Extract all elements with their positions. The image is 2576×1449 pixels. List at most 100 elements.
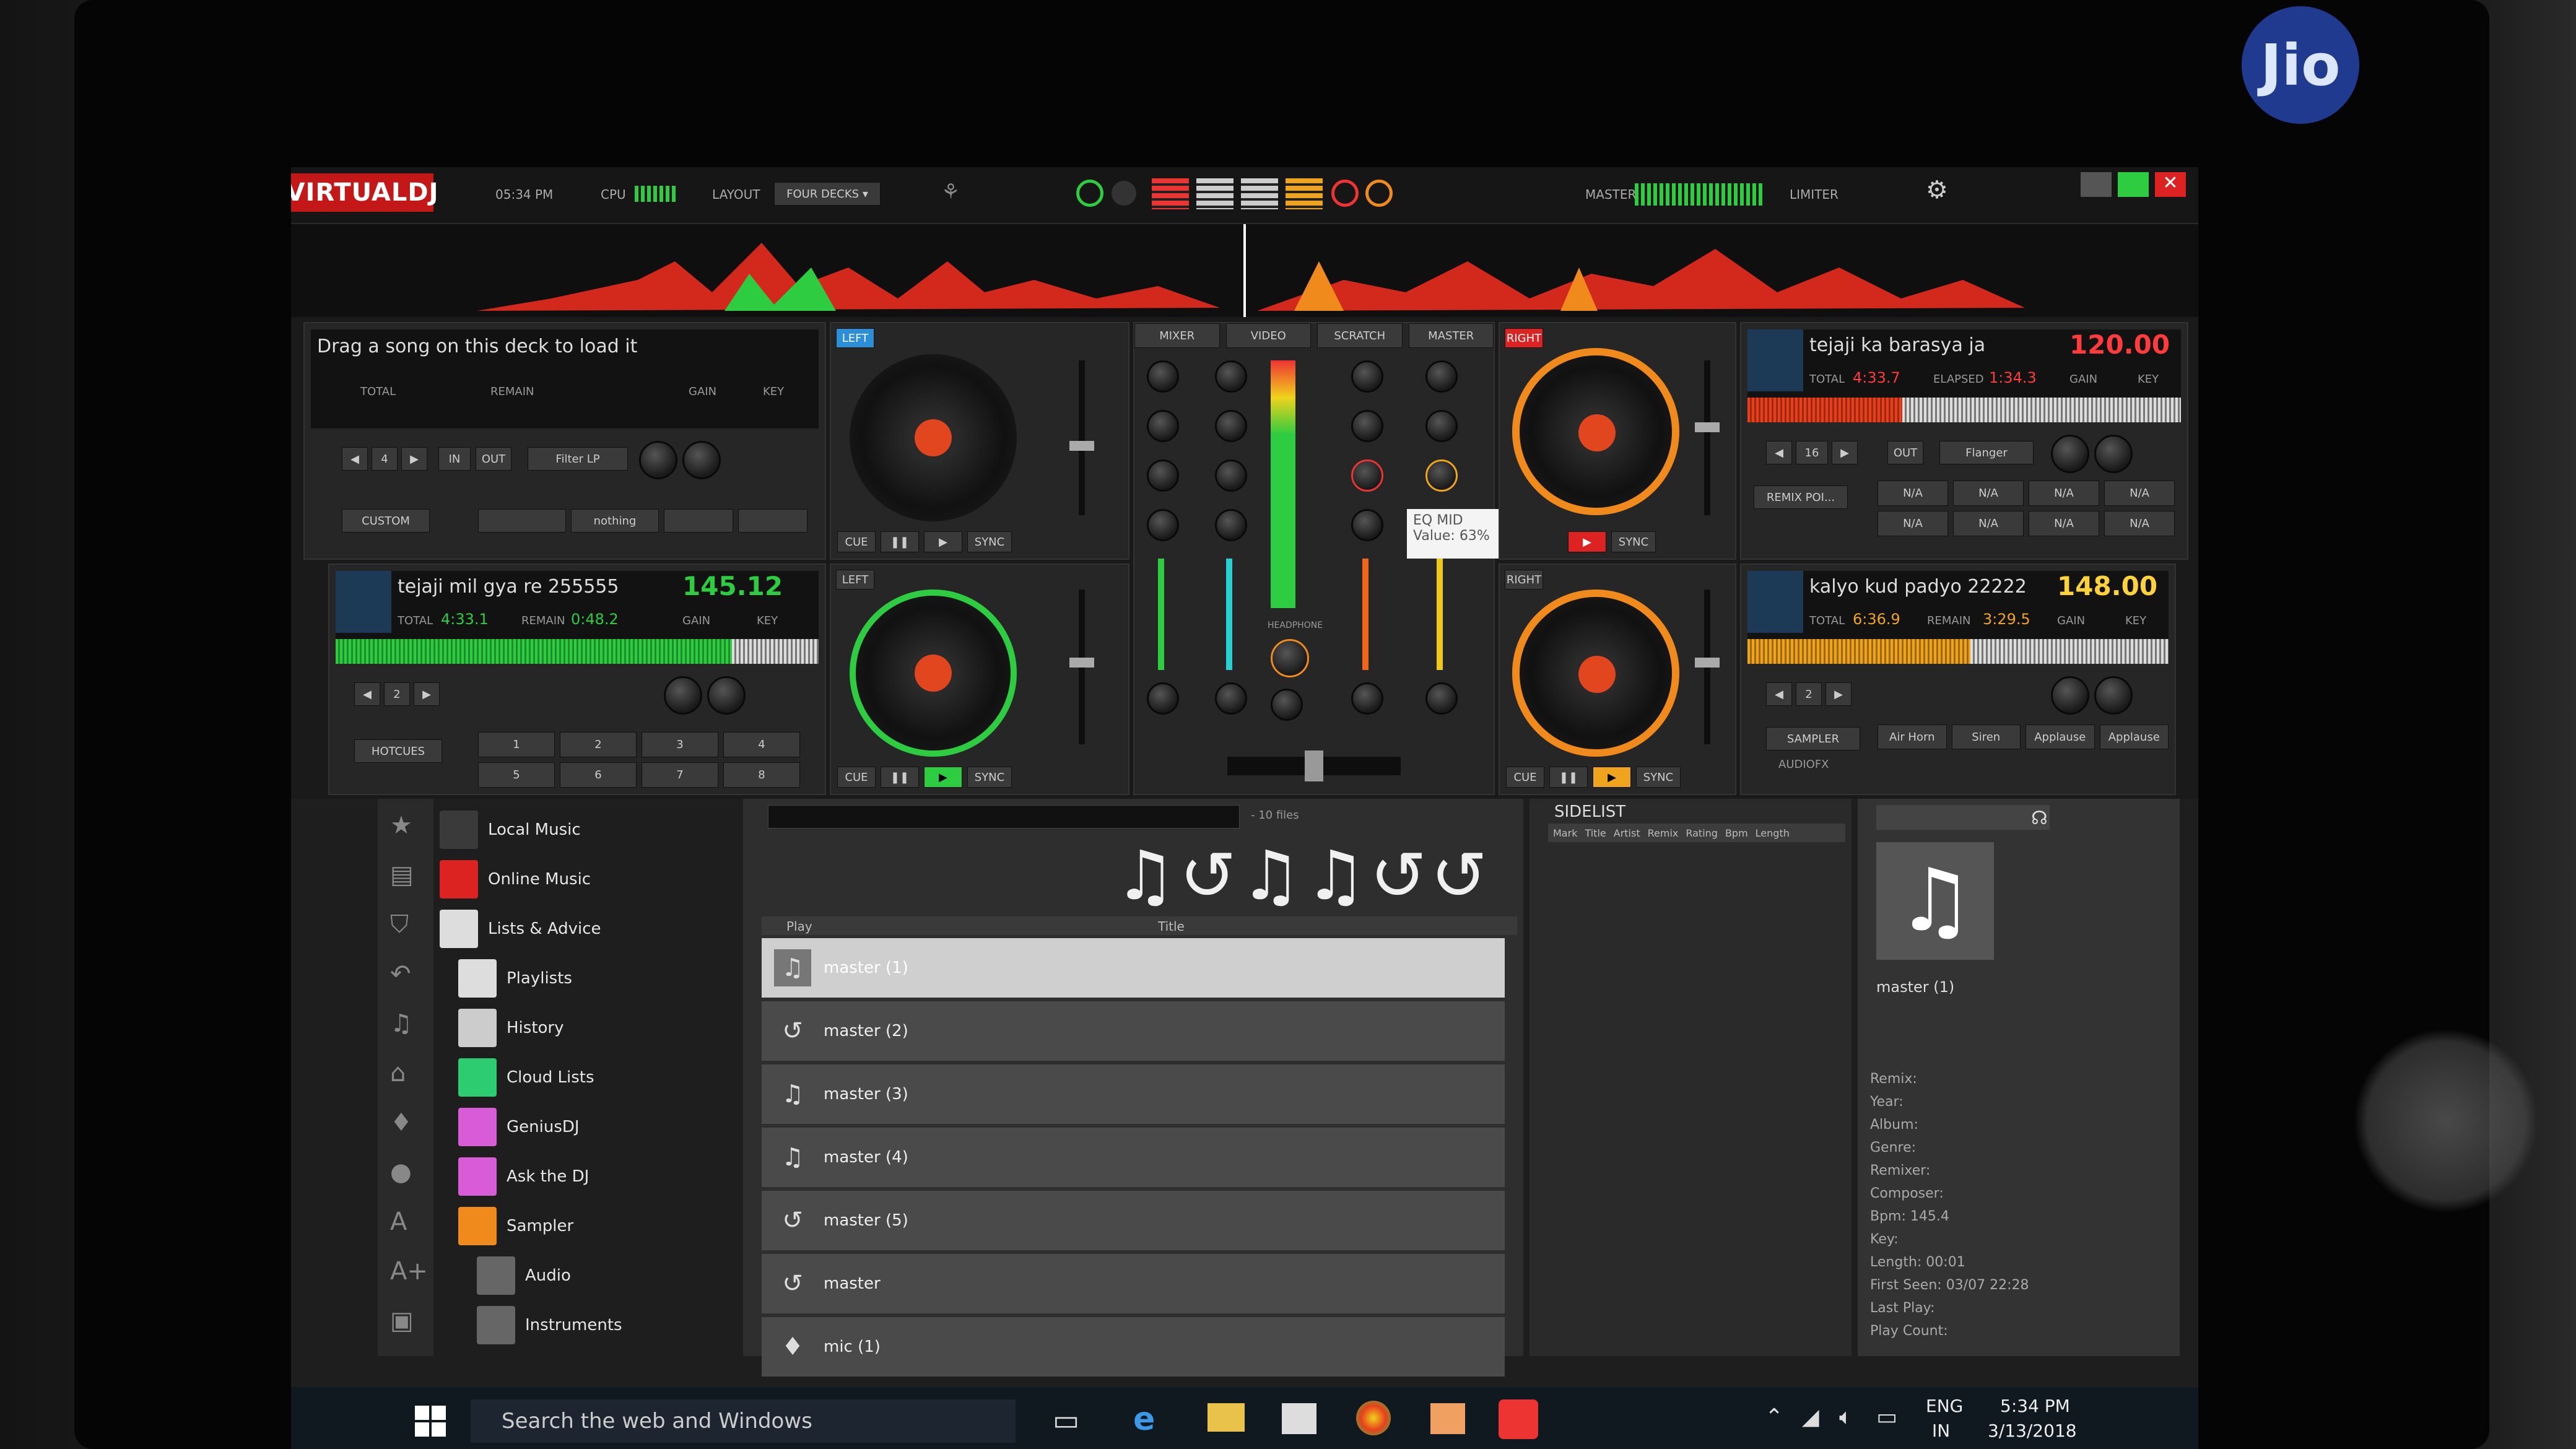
sidelist-col-length[interactable]: Length (1756, 827, 1790, 839)
deck-layout-4-icon[interactable] (1286, 178, 1323, 209)
deck-layout-1-icon[interactable] (1152, 178, 1189, 209)
folder-view-icon[interactable]: ▤ (390, 861, 414, 889)
deck1-info[interactable]: Drag a song on this deck to load it TOTA… (311, 329, 819, 429)
ch2-mid-knob[interactable] (1215, 459, 1247, 492)
table-row[interactable]: ♫ master (4) (762, 1128, 1505, 1187)
ch3-mid-knob[interactable] (1351, 459, 1383, 492)
deck4-waveform-progress[interactable] (1747, 639, 1970, 664)
headphone-mix-knob[interactable] (1271, 689, 1303, 721)
deck3-hotcue-1[interactable]: 1 (478, 732, 555, 757)
tree-history[interactable]: History (440, 1003, 731, 1053)
ch1-filter-knob[interactable] (1147, 682, 1179, 715)
media-player-icon[interactable] (1430, 1403, 1465, 1434)
tree-ask-the-dj[interactable]: Ask the DJ (440, 1152, 731, 1201)
deck3-pause-button[interactable]: ❚❚ (881, 767, 919, 788)
deck1-loop-size[interactable]: 4 (372, 447, 398, 471)
deck1-cue-button[interactable]: CUE (837, 531, 876, 552)
language-eng[interactable]: ENG (1926, 1396, 1963, 1416)
deck3-hotcue-6[interactable]: 6 (560, 762, 637, 788)
info-panel-icon[interactable]: ▣ (390, 1307, 414, 1335)
deck2-pad-8[interactable]: N/A (2104, 511, 2175, 536)
sidelist-col-title[interactable]: Title (1585, 827, 1606, 839)
ch4-filter-knob[interactable] (1425, 682, 1458, 715)
mic-icon[interactable]: ⚘ (941, 180, 972, 211)
undo-icon[interactable]: ↶ (390, 960, 411, 988)
deck1-custom-select[interactable]: CUSTOM (342, 509, 430, 533)
deck1-pause-button[interactable]: ❚❚ (881, 531, 919, 552)
ch1-gain-knob[interactable] (1147, 360, 1179, 393)
deck4-loop-next-button[interactable]: ▶ (1825, 682, 1852, 706)
ch4-gain-knob[interactable] (1425, 360, 1458, 393)
deck2-loop-prev-button[interactable]: ◀ (1766, 441, 1792, 464)
deck1-fx-knob-2[interactable] (682, 441, 721, 479)
table-row[interactable]: ↺ master (5) (762, 1191, 1505, 1250)
taskbar-search-box[interactable]: Search the web and Windows (471, 1399, 1016, 1443)
deck3-cue-button[interactable]: CUE (837, 767, 876, 788)
sampler-pad-applause-2[interactable]: Applause (2099, 724, 2169, 749)
ch1-high-knob[interactable] (1147, 410, 1179, 442)
tab-scratch[interactable]: SCRATCH (1317, 323, 1403, 348)
sidelist-col-mark[interactable]: Mark (1553, 827, 1577, 839)
ch2-gain-knob[interactable] (1215, 360, 1247, 393)
deck1-sync-button[interactable]: SYNC (967, 531, 1012, 552)
tree-local-music[interactable]: Local Music (440, 805, 731, 855)
ch4-high-knob[interactable] (1425, 410, 1458, 442)
chrome-icon[interactable] (1356, 1401, 1391, 1435)
language-in[interactable]: IN (1932, 1421, 1950, 1441)
col-title[interactable]: Title (1158, 919, 1185, 934)
deck1-filter-select[interactable]: Filter LP (528, 447, 628, 471)
ch3-high-knob[interactable] (1351, 410, 1383, 442)
deck4-play-button[interactable]: ▶ (1593, 767, 1631, 788)
minimize-button[interactable] (2081, 172, 2112, 197)
table-row[interactable]: ♦ mic (1) (762, 1317, 1505, 1377)
deck-layout-2-icon[interactable] (1196, 178, 1234, 209)
deck3-play-button[interactable]: ▶ (924, 767, 962, 788)
deck1-pitch-handle[interactable] (1069, 441, 1094, 451)
deck3-info[interactable]: tejaji mil gya re 255555 145.12 TOTAL 4:… (336, 571, 819, 664)
deck2-pad-5[interactable]: N/A (1878, 511, 1948, 536)
file-explorer-icon[interactable] (1208, 1403, 1245, 1432)
tree-instruments[interactable]: Instruments (440, 1300, 731, 1350)
deck1-pad-1[interactable] (478, 509, 566, 533)
tab-master[interactable]: MASTER (1408, 323, 1494, 348)
ch2-filter-knob[interactable] (1215, 682, 1247, 715)
notifications-icon[interactable]: ▭ (1876, 1404, 1897, 1430)
deck1-nothing-pad[interactable]: nothing (571, 509, 659, 533)
favorites-star-icon[interactable]: ★ (390, 811, 412, 840)
music-note-icon[interactable]: ♫ (390, 1009, 412, 1038)
deck4-fx-knob-2[interactable] (2094, 676, 2133, 715)
record-icon[interactable] (1112, 181, 1136, 206)
ch3-gain-knob[interactable] (1351, 360, 1383, 393)
taskbar-time[interactable]: 5:34 PM (2000, 1396, 2070, 1416)
deck2-pitch-handle[interactable] (1695, 422, 1720, 432)
deck2-sync-button[interactable]: SYNC (1611, 531, 1656, 552)
table-row[interactable]: ♫ master (3) (762, 1064, 1505, 1124)
tag-icon[interactable]: ⌂ (390, 1059, 406, 1087)
deck2-waveform-remaining[interactable] (1902, 398, 2181, 422)
deck2-info[interactable]: tejaji ka barasya ja 120.00 TOTAL 4:33.7… (1747, 329, 2181, 422)
ch1-volume-fader[interactable] (1158, 559, 1164, 670)
ch3-low-knob[interactable] (1351, 509, 1383, 541)
deck4-jogwheel[interactable] (1512, 590, 1679, 757)
deck-layout-3-icon[interactable] (1241, 178, 1278, 209)
deck1-pitch-fader[interactable] (1079, 360, 1085, 515)
tree-audio[interactable]: Audio (440, 1251, 731, 1300)
windows-start-icon[interactable] (415, 1406, 446, 1437)
deck2-remix-select[interactable]: REMIX POI... (1754, 485, 1848, 509)
sync-deck4-icon[interactable] (1365, 180, 1393, 207)
search-input[interactable] (768, 805, 1240, 829)
deck2-pad-7[interactable]: N/A (2029, 511, 2099, 536)
deck3-hotcue-7[interactable]: 7 (642, 762, 718, 788)
tree-geniusdj[interactable]: GeniusDJ (440, 1102, 731, 1152)
rhythm-waveform[interactable] (291, 224, 2198, 317)
sidelist-col-remix[interactable]: Remix (1648, 827, 1679, 839)
table-row[interactable]: ↺ master (762, 1254, 1505, 1313)
table-row[interactable]: ♫ master (1) (762, 938, 1505, 998)
ch2-high-knob[interactable] (1215, 410, 1247, 442)
sampler-pad-air-horn[interactable]: Air Horn (1878, 724, 1947, 749)
deck4-pitch-handle[interactable] (1695, 658, 1720, 668)
deck3-pitch-handle[interactable] (1069, 658, 1094, 668)
deck2-jogwheel[interactable] (1512, 348, 1679, 515)
deck3-hotcue-3[interactable]: 3 (642, 732, 718, 757)
layout-select[interactable]: FOUR DECKS ▾ (774, 182, 881, 206)
